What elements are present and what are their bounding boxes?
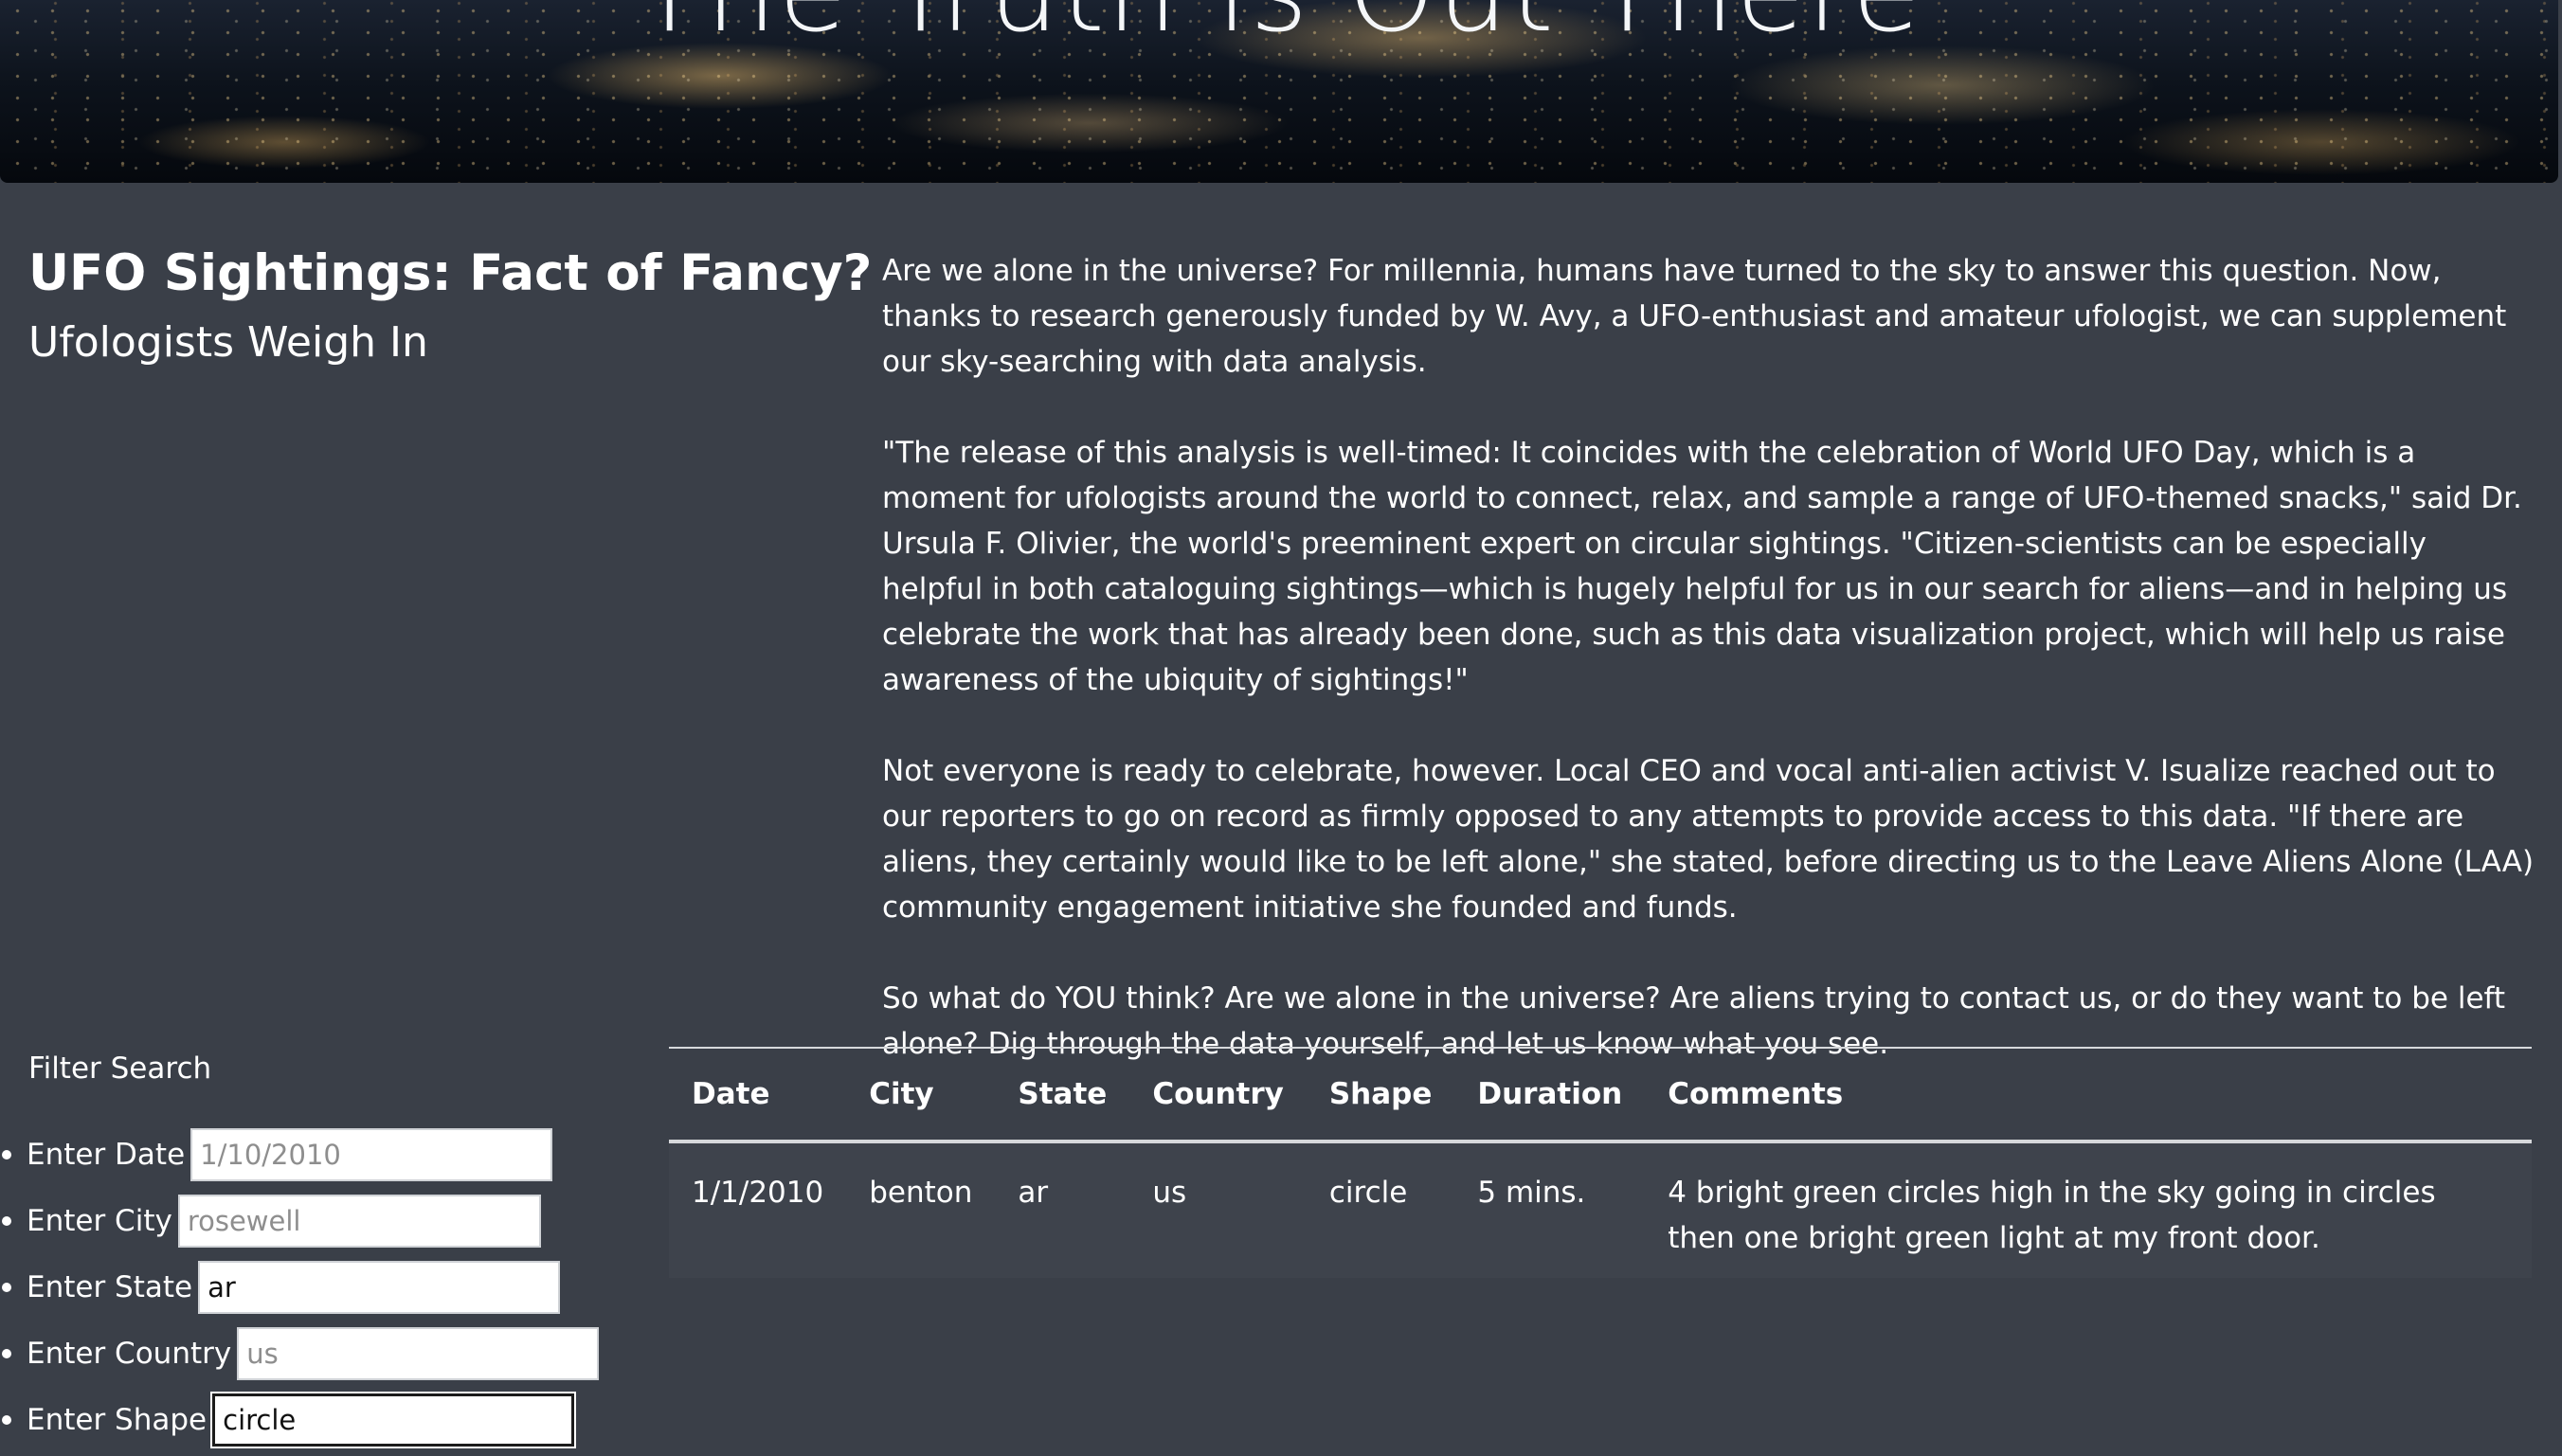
date-input[interactable] xyxy=(190,1128,553,1181)
filter-list: Enter Date Enter City Enter State Enter … xyxy=(0,1122,600,1453)
article: Are we alone in the universe? For millen… xyxy=(882,248,2535,1112)
filter-item-city: Enter City xyxy=(0,1188,599,1254)
filter-item-state: Enter State xyxy=(0,1254,599,1321)
bullet-icon xyxy=(2,1150,11,1159)
page-title: UFO Sightings: Fact of Fancy? xyxy=(28,244,873,302)
table-header-row: Date City State Country Shape Duration C… xyxy=(669,1047,2532,1143)
table-row: 1/1/2010 benton ar us circle 5 mins. 4 b… xyxy=(669,1141,2532,1278)
article-paragraph: Are we alone in the universe? For millen… xyxy=(882,254,2507,379)
filter-item-country: Enter Country xyxy=(0,1321,600,1387)
column-header-duration: Duration xyxy=(1454,1047,1646,1143)
column-header-city: City xyxy=(846,1047,996,1143)
table-body: 1/1/2010 benton ar us circle 5 mins. 4 b… xyxy=(669,1141,2532,1278)
country-input[interactable] xyxy=(237,1327,600,1380)
column-header-country: Country xyxy=(1129,1047,1307,1143)
table-header: Date City State Country Shape Duration C… xyxy=(669,1047,2532,1143)
filter-item-date: Enter Date xyxy=(0,1122,599,1188)
column-header-date: Date xyxy=(669,1047,847,1143)
bullet-icon xyxy=(2,1349,11,1358)
shape-label: Enter Shape xyxy=(27,1403,207,1437)
bullet-icon xyxy=(2,1216,11,1226)
city-label: Enter City xyxy=(27,1204,172,1238)
city-input[interactable] xyxy=(177,1195,541,1248)
page-subtitle: Ufologists Weigh In xyxy=(28,318,428,367)
column-header-comments: Comments xyxy=(1645,1047,2532,1143)
sightings-table: Date City State Country Shape Duration C… xyxy=(669,1047,2532,1278)
country-label: Enter Country xyxy=(27,1337,232,1371)
cell-shape: circle xyxy=(1306,1141,1455,1278)
date-label: Enter Date xyxy=(27,1138,186,1172)
cell-country: us xyxy=(1129,1141,1307,1278)
cell-date: 1/1/2010 xyxy=(669,1141,847,1278)
bullet-icon xyxy=(2,1415,11,1425)
article-paragraph: Not everyone is ready to celebrate, howe… xyxy=(882,754,2535,925)
column-header-shape: Shape xyxy=(1306,1047,1455,1143)
bullet-icon xyxy=(2,1283,11,1292)
cell-state: ar xyxy=(995,1141,1130,1278)
shape-input[interactable] xyxy=(212,1393,575,1447)
article-paragraph: "The release of this analysis is well-ti… xyxy=(882,436,2522,697)
hero-banner: The Truth is Out There xyxy=(0,0,2558,183)
cell-comments: 4 bright green circles high in the sky g… xyxy=(1645,1141,2532,1278)
cell-duration: 5 mins. xyxy=(1454,1141,1646,1278)
column-header-state: State xyxy=(995,1047,1130,1143)
state-label: Enter State xyxy=(27,1270,193,1304)
hero-title: The Truth is Out There xyxy=(0,0,2558,57)
state-input[interactable] xyxy=(198,1261,561,1314)
cell-city: benton xyxy=(846,1141,996,1278)
filter-item-shape: Enter Shape xyxy=(0,1387,599,1453)
filter-title: Filter Search xyxy=(28,1052,212,1086)
